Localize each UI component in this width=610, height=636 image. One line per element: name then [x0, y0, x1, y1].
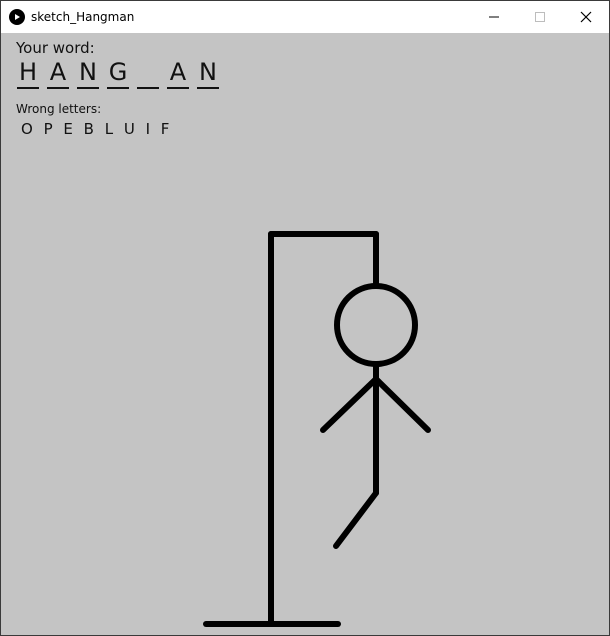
hangman-right-arm	[373, 376, 431, 433]
minimize-button[interactable]	[471, 1, 517, 33]
game-canvas[interactable]: Your word: H A N G A N Wrong letters: O …	[6, 34, 606, 632]
hangman-left-leg	[333, 490, 379, 549]
maximize-button[interactable]	[517, 1, 563, 33]
hangman-head	[334, 283, 418, 367]
close-button[interactable]	[563, 1, 609, 33]
hangman-left-arm	[320, 376, 379, 433]
hangman-drawing	[203, 231, 431, 627]
maximize-icon	[535, 12, 545, 22]
app-window: sketch_Hangman Your word: H A N G A N Wr…	[0, 0, 610, 636]
minimize-icon	[489, 16, 499, 18]
close-icon	[580, 11, 592, 23]
window-title: sketch_Hangman	[31, 10, 135, 24]
title-bar: sketch_Hangman	[1, 1, 609, 33]
play-icon	[9, 9, 25, 25]
